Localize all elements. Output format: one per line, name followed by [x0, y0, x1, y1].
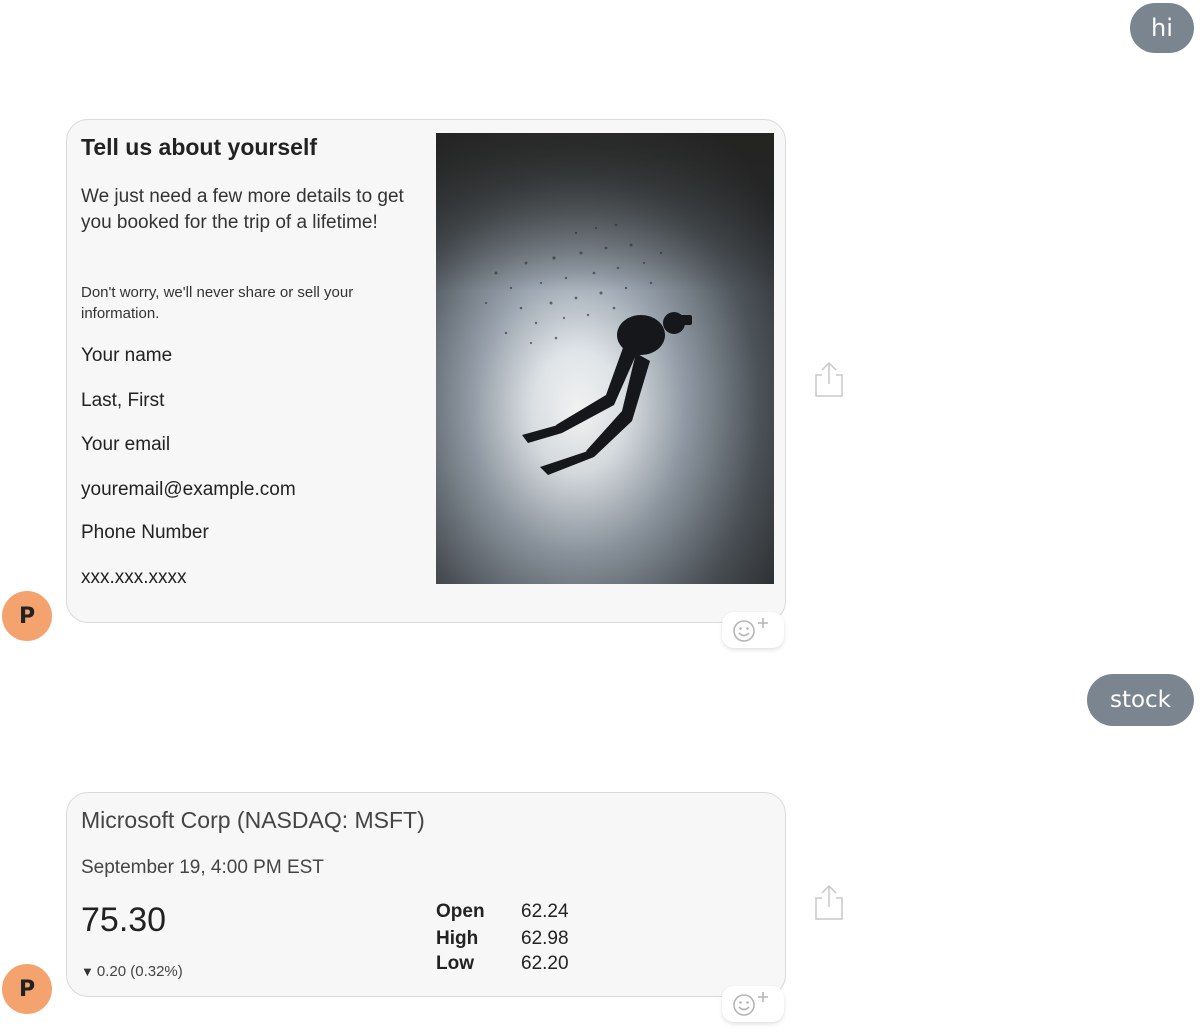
add-reaction-icon: [733, 618, 768, 642]
email-input[interactable]: youremail@example.com: [81, 479, 296, 501]
add-reaction-button[interactable]: [722, 612, 784, 648]
bot-avatar: P: [2, 591, 52, 641]
stat-value-open: 62.24: [521, 901, 569, 922]
stock-card: Microsoft Corp (NASDAQ: MSFT) September …: [66, 792, 786, 997]
stock-name: Microsoft Corp (NASDAQ: MSFT): [81, 807, 425, 833]
stock-change: ▼ 0.20 (0.32%): [81, 963, 183, 980]
diver-photo: [436, 133, 774, 584]
form-card: Tell us about yourself We just need a fe…: [66, 119, 786, 623]
form-intro-text: We just need a few more details to get y…: [81, 186, 404, 233]
form-title: Tell us about yourself: [81, 134, 317, 160]
bot-avatar: P: [2, 964, 52, 1014]
user-message-stock: stock: [1087, 674, 1194, 726]
stat-label-low: Low: [436, 953, 474, 974]
name-input[interactable]: Last, First: [81, 390, 164, 412]
share-icon[interactable]: [813, 883, 845, 921]
stat-value-low: 62.20: [521, 953, 569, 974]
name-field-label: Your name: [81, 345, 173, 366]
phone-field-label: Phone Number: [81, 522, 209, 543]
add-reaction-icon: [733, 992, 768, 1016]
stock-change-value: 0.20 (0.32%): [96, 963, 183, 980]
stock-price: 75.30: [81, 901, 167, 939]
phone-input[interactable]: xxx.xxx.xxxx: [81, 567, 187, 589]
share-icon[interactable]: [813, 360, 845, 398]
user-message-hi: hi: [1130, 3, 1194, 53]
email-field-label: Your email: [81, 434, 171, 455]
stock-date: September 19, 4:00 PM EST: [81, 857, 324, 878]
add-reaction-button[interactable]: [722, 986, 784, 1022]
stat-label-open: Open: [436, 901, 485, 922]
stat-value-high: 62.98: [521, 928, 569, 949]
down-arrow-icon: ▼: [81, 964, 94, 979]
form-privacy-note: Don't worry, we'll never share or sell y…: [81, 284, 354, 322]
stat-label-high: High: [436, 928, 479, 949]
